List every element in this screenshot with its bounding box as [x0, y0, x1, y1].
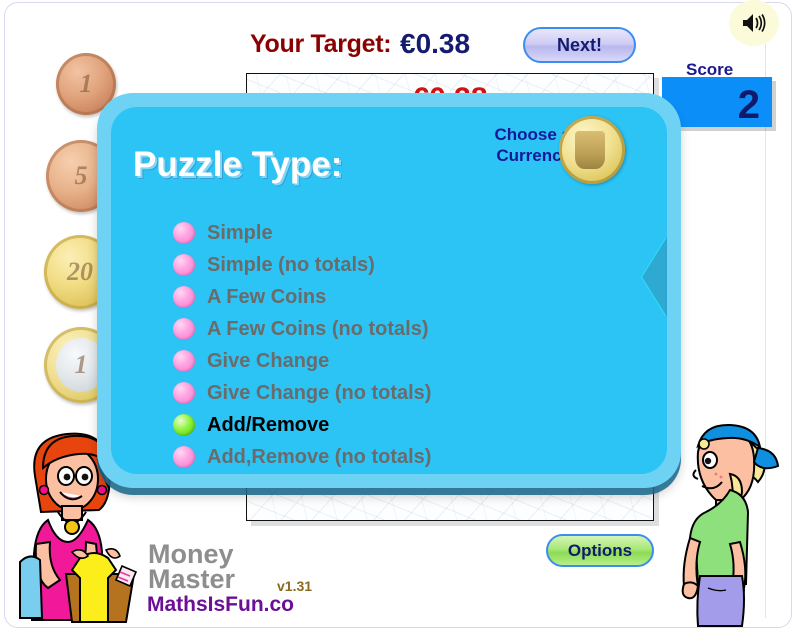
- speaker-button[interactable]: [729, 0, 779, 46]
- game-stage: 1 5 20 1 €0.38 Your Target: €0.38 Next! …: [0, 0, 796, 638]
- option-row-give-change-no-totals[interactable]: Give Change (no totals): [173, 377, 431, 409]
- euro-coin-icon[interactable]: [559, 116, 625, 184]
- option-label-simple-no-totals: Simple (no totals): [207, 253, 375, 276]
- euro-coin-emblem: [574, 130, 606, 170]
- radio-icon-give-change[interactable]: [173, 350, 195, 372]
- options-button[interactable]: Options: [546, 534, 654, 567]
- character-boy: [668, 412, 780, 627]
- next-button[interactable]: Next!: [523, 27, 636, 63]
- option-label-give-change-no-totals: Give Change (no totals): [207, 381, 432, 404]
- radio-icon-a-few-coins[interactable]: [173, 286, 195, 308]
- radio-icon-add-remove[interactable]: [173, 414, 195, 436]
- option-label-a-few-coins: A Few Coins: [207, 285, 327, 308]
- option-row-add-remove[interactable]: Add/Remove: [173, 409, 431, 441]
- dialog-title: Puzzle Type:: [133, 145, 343, 184]
- radio-icon-simple[interactable]: [173, 222, 195, 244]
- version-label: v1.31: [277, 578, 313, 594]
- option-label-a-few-coins-no-totals: A Few Coins (no totals): [207, 317, 429, 340]
- option-row-a-few-coins-no-totals[interactable]: A Few Coins (no totals): [173, 313, 431, 345]
- radio-icon-give-change-no-totals[interactable]: [173, 382, 195, 404]
- option-label-add-remove: Add/Remove: [207, 413, 330, 436]
- option-row-a-few-coins[interactable]: A Few Coins: [173, 281, 431, 313]
- option-label-give-change: Give Change: [207, 349, 330, 372]
- radio-icon-simple-no-totals[interactable]: [173, 254, 195, 276]
- brand-line-2: Master: [148, 564, 236, 594]
- speaker-on-icon: [740, 11, 768, 35]
- option-row-simple[interactable]: Simple: [173, 217, 431, 249]
- target-label: Your Target:: [250, 30, 392, 58]
- score-value: 2: [737, 83, 760, 127]
- target-value: €0.38: [400, 28, 471, 59]
- site-link[interactable]: MathsIsFun.co: [147, 593, 294, 617]
- option-row-add-remove-no-totals[interactable]: Add,Remove (no totals): [173, 441, 431, 473]
- radio-icon-add-remove-no-totals[interactable]: [173, 446, 195, 468]
- option-label-simple: Simple: [207, 221, 273, 244]
- option-label-add-remove-no-totals: Add,Remove (no totals): [207, 445, 432, 468]
- option-row-simple-no-totals[interactable]: Simple (no totals): [173, 249, 431, 281]
- puzzle-type-option-list: Simple Simple (no totals) A Few Coins A …: [173, 217, 431, 473]
- radio-icon-a-few-coins-no-totals[interactable]: [173, 318, 195, 340]
- option-row-give-change[interactable]: Give Change: [173, 345, 431, 377]
- arrow-right-icon[interactable]: [642, 237, 667, 317]
